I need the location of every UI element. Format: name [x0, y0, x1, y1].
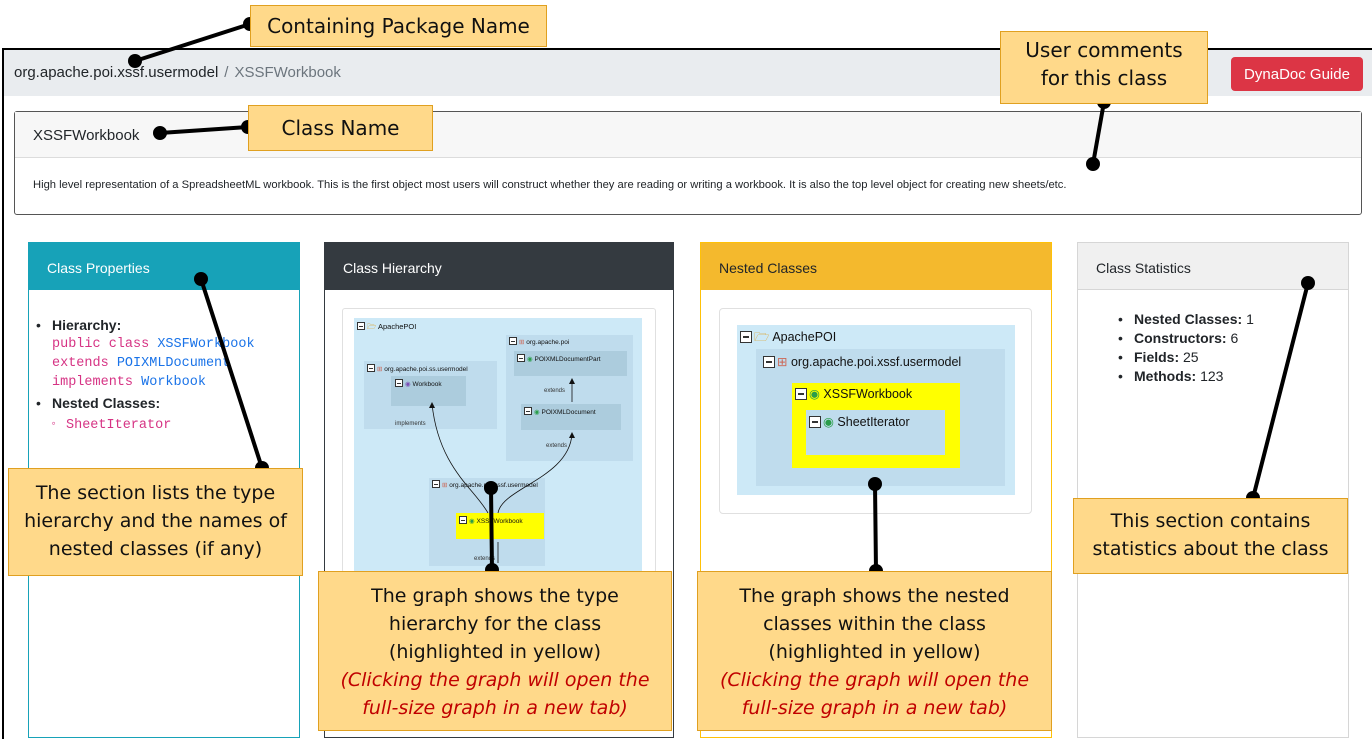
class-statistics-list: Nested Classes: 1 Constructors: 6 Fields…	[1118, 310, 1254, 386]
panel-title-hierarchy: Class Hierarchy	[325, 243, 673, 290]
class-description: High level representation of a Spreadshe…	[33, 179, 1067, 191]
nested-graph-root: 🗁 ApachePOI	[740, 328, 836, 349]
nested-desc-text: The graph shows the nested classes withi…	[739, 585, 1010, 663]
nested-class-label: ◉ XSSFWorkbook	[795, 386, 912, 401]
callout-props-desc: The section lists the type hierarchy and…	[8, 468, 303, 576]
callout-nested-desc: The graph shows the nested classes withi…	[697, 571, 1052, 731]
class-properties-list: Hierarchy: public class XSSFWorkbook ext…	[36, 316, 255, 435]
stat-fields: Fields: 25	[1118, 348, 1254, 367]
dynadoc-guide-button[interactable]: DynaDoc Guide	[1231, 57, 1363, 91]
stat-methods: Methods: 123	[1118, 367, 1254, 386]
callout-user-comments: User comments for this class	[1000, 31, 1208, 104]
nested-classes-label: Nested Classes:	[52, 395, 161, 411]
breadcrumb-package[interactable]: org.apache.poi.xssf.usermodel	[14, 64, 218, 81]
hierarchy-graph[interactable]: 🗁 ApachePOI ⊞ org.apache.poi.ss.usermode…	[354, 318, 642, 573]
kw-extends: extends	[52, 356, 109, 371]
collapse-icon[interactable]	[740, 331, 752, 343]
nested-desc-note: (Clicking the graph will open the full-s…	[719, 669, 1030, 719]
stat-nested: Nested Classes: 1	[1118, 310, 1254, 329]
breadcrumb: org.apache.poi.xssf.usermodel / XSSFWorkbo…	[14, 64, 341, 81]
hierarchy-item: Hierarchy:	[36, 316, 255, 335]
hierarchy-edges	[429, 378, 575, 563]
panel-title-statistics: Class Statistics	[1078, 243, 1348, 290]
breadcrumb-separator: /	[224, 64, 229, 81]
breadcrumb-current: XSSFWorkbook	[234, 64, 341, 81]
nested-graph[interactable]: 🗁 ApachePOI ⊞ org.apache.poi.xssf.usermo…	[737, 325, 1015, 495]
callout-package-name: Containing Package Name	[250, 5, 547, 47]
class-link[interactable]: XSSFWorkbook	[157, 337, 254, 352]
callout-class-name: Class Name	[248, 105, 433, 151]
interface-link[interactable]: Workbook	[141, 375, 206, 390]
superclass-link[interactable]: POIXMLDocument	[117, 356, 230, 371]
class-card: XSSFWorkbook High level representation o…	[14, 111, 1362, 215]
panel-title-nested: Nested Classes	[701, 243, 1051, 290]
panel-title-properties: Class Properties	[29, 243, 299, 290]
hierarchy-label: Hierarchy:	[52, 317, 122, 333]
sheetiterator-label: ◉ SheetIterator	[809, 414, 910, 429]
kw-implements: implements	[52, 375, 134, 390]
nested-classes-item: Nested Classes:	[36, 394, 255, 413]
callout-hierarchy-desc: The graph shows the type hierarchy for t…	[318, 571, 672, 731]
kw-public-class: public class	[52, 337, 150, 352]
hierarchy-desc-note: (Clicking the graph will open the full-s…	[340, 669, 650, 719]
class-title: XSSFWorkbook	[15, 112, 1361, 158]
nested-pkg-label: ⊞ org.apache.poi.xssf.usermodel	[763, 354, 961, 369]
hierarchy-desc-text: The graph shows the type hierarchy for t…	[371, 585, 619, 663]
stat-constructors: Constructors: 6	[1118, 329, 1254, 348]
hierarchy-code: public class XSSFWorkbook extends POIXML…	[36, 335, 255, 392]
callout-stats-desc: This section contains statistics about t…	[1073, 498, 1348, 574]
nested-class-link[interactable]: SheetIterator	[36, 415, 255, 435]
